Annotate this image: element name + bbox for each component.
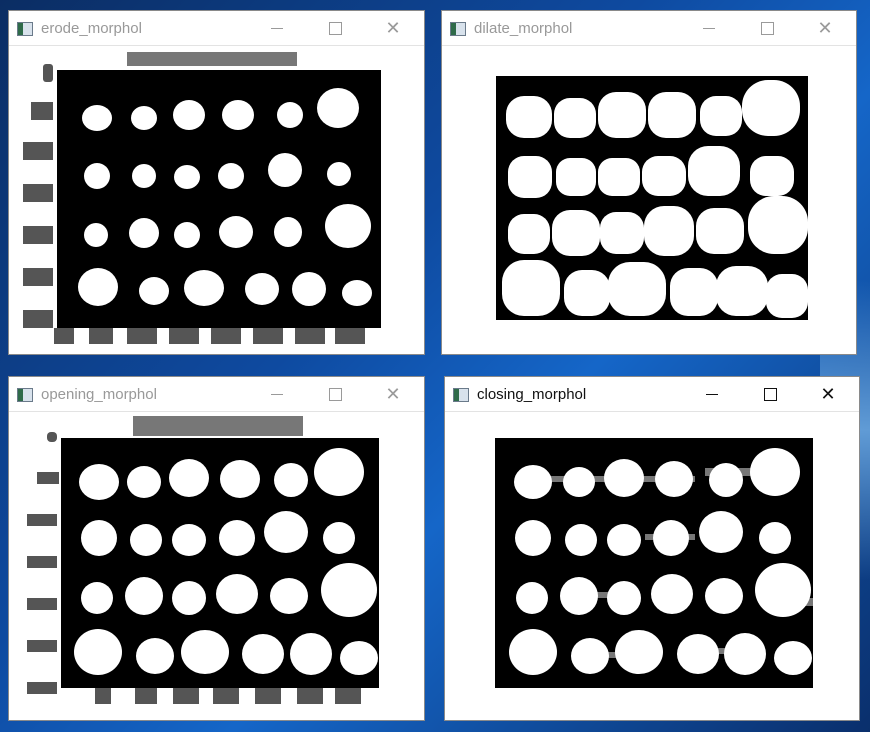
window-opening[interactable]: opening_morphol ✕ [8,376,425,721]
minimize-icon [706,393,718,395]
window-title: opening_morphol [41,386,157,403]
image-canvas [9,46,424,354]
close-icon: ✕ [820,384,836,404]
close-button[interactable]: ✕ [370,377,416,411]
image-canvas [445,412,859,720]
window-title: dilate_morphol [474,20,573,37]
image-canvas [442,46,856,354]
minimize-button[interactable] [254,377,300,411]
closing-image [495,438,813,688]
close-icon: ✕ [385,18,401,38]
image-canvas [9,412,424,720]
minimize-icon [271,27,283,29]
window-closing[interactable]: closing_morphol ✕ [444,376,860,721]
close-icon: ✕ [817,18,833,38]
dilate-image [496,76,808,320]
minimize-button[interactable] [689,377,735,411]
maximize-button[interactable] [312,11,358,45]
minimize-icon [703,27,715,29]
close-button[interactable]: ✕ [370,11,416,45]
window-erode[interactable]: erode_morphol ✕ [8,10,425,355]
window-title: erode_morphol [41,20,142,37]
opencv-window-icon [17,22,33,36]
close-button[interactable]: ✕ [805,377,851,411]
close-button[interactable]: ✕ [802,11,848,45]
opencv-window-icon [453,388,469,402]
titlebar[interactable]: closing_morphol ✕ [445,377,859,412]
window-dilate[interactable]: dilate_morphol ✕ [441,10,857,355]
maximize-icon [760,21,774,35]
maximize-icon [328,387,342,401]
titlebar[interactable]: opening_morphol ✕ [9,377,424,412]
minimize-icon [271,393,283,395]
close-icon: ✕ [385,384,401,404]
maximize-button[interactable] [747,377,793,411]
opencv-window-icon [17,388,33,402]
window-title: closing_morphol [477,386,587,403]
opencv-window-icon [450,22,466,36]
maximize-icon [763,387,777,401]
erode-image [23,52,381,344]
maximize-icon [328,21,342,35]
opening-image [27,416,379,704]
titlebar[interactable]: erode_morphol ✕ [9,11,424,46]
maximize-button[interactable] [312,377,358,411]
titlebar[interactable]: dilate_morphol ✕ [442,11,856,46]
minimize-button[interactable] [254,11,300,45]
maximize-button[interactable] [744,11,790,45]
minimize-button[interactable] [686,11,732,45]
